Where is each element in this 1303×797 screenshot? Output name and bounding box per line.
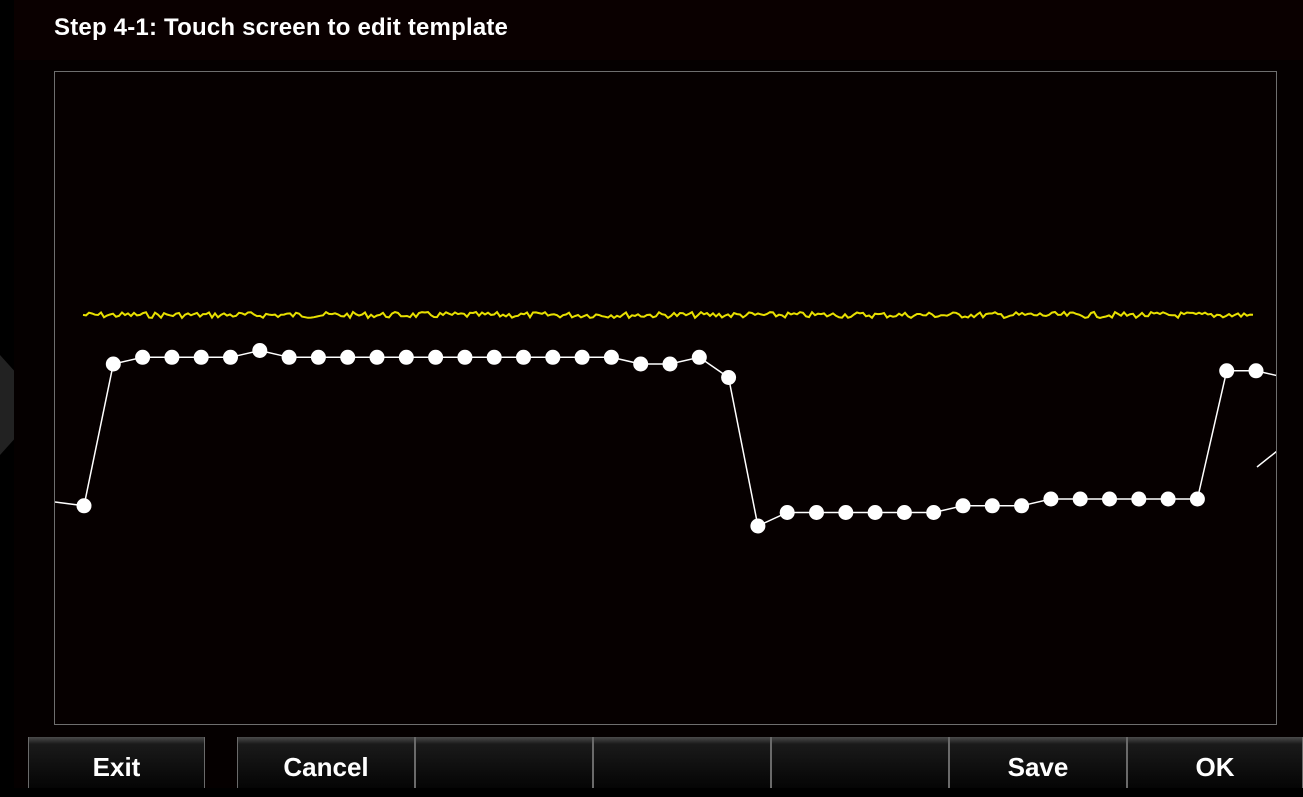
template-point[interactable] — [984, 498, 1000, 514]
template-point[interactable] — [691, 349, 707, 365]
page-title: Step 4-1: Touch screen to edit template — [54, 14, 509, 41]
template-point[interactable] — [252, 343, 268, 358]
template-point[interactable] — [955, 498, 971, 514]
template-point[interactable] — [1131, 491, 1147, 507]
template-point[interactable] — [721, 370, 737, 385]
template-point[interactable] — [516, 349, 531, 365]
template-point[interactable] — [603, 349, 619, 365]
waveform-canvas[interactable] — [55, 72, 1276, 724]
template-point[interactable] — [281, 349, 297, 365]
template-point[interactable] — [428, 349, 444, 365]
template-point[interactable] — [223, 349, 238, 365]
template-line — [55, 349, 1276, 528]
template-point[interactable] — [926, 505, 942, 520]
template-point[interactable] — [193, 349, 209, 365]
template-point[interactable] — [486, 349, 502, 365]
template-point[interactable] — [1160, 491, 1176, 507]
template-point[interactable] — [164, 349, 180, 365]
reference-trace — [82, 310, 1254, 320]
template-point[interactable] — [896, 505, 912, 520]
template-point[interactable] — [662, 356, 678, 372]
template-edit-area[interactable] — [54, 71, 1277, 725]
template-point[interactable] — [1014, 498, 1030, 514]
template-point[interactable] — [545, 349, 561, 365]
template-point[interactable] — [369, 349, 385, 365]
ok-button[interactable]: OK — [1127, 737, 1303, 788]
template-point[interactable] — [1072, 491, 1088, 507]
cancel-button[interactable]: Cancel — [237, 737, 415, 788]
template-point[interactable] — [750, 518, 766, 534]
template-point[interactable] — [838, 505, 854, 520]
template-point[interactable] — [1248, 363, 1264, 379]
title-bar: Step 4-1: Touch screen to edit template — [14, 0, 1303, 60]
template-point[interactable] — [340, 349, 356, 365]
template-point[interactable] — [633, 356, 649, 372]
exit-button[interactable]: Exit — [28, 737, 205, 788]
scope-screen: Step 4-1: Touch screen to edit template — [14, 0, 1303, 788]
template-point[interactable] — [809, 505, 824, 520]
template-point[interactable] — [1189, 491, 1205, 507]
softkey-3[interactable] — [415, 737, 593, 788]
save-button[interactable]: Save — [949, 737, 1127, 788]
template-point[interactable] — [105, 356, 121, 372]
template-point[interactable] — [1102, 491, 1117, 507]
template-point[interactable] — [1219, 363, 1235, 379]
softkey-5[interactable] — [771, 737, 949, 788]
softkey-bar: Exit Cancel Save OK — [0, 737, 1303, 788]
template-point[interactable] — [1043, 491, 1059, 507]
template-point[interactable] — [398, 349, 414, 365]
softkey-4[interactable] — [593, 737, 771, 788]
template-point[interactable] — [76, 498, 92, 514]
template-trace[interactable] — [55, 343, 1276, 534]
template-point[interactable] — [779, 505, 795, 520]
template-point[interactable] — [457, 349, 473, 365]
template-point[interactable] — [310, 349, 326, 365]
template-point[interactable] — [867, 505, 883, 520]
template-point[interactable] — [135, 349, 151, 365]
template-point[interactable] — [574, 349, 590, 365]
